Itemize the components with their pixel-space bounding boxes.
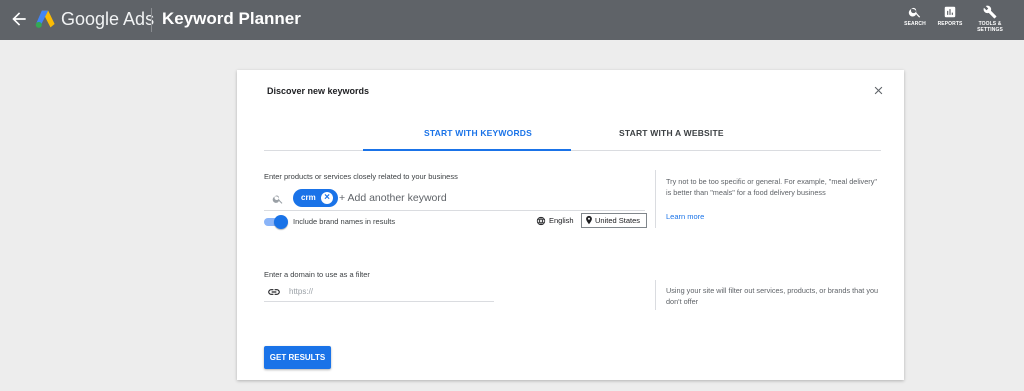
- keywords-field-label: Enter products or services closely relat…: [264, 172, 458, 181]
- location-value: United States: [595, 216, 641, 225]
- add-keyword-input[interactable]: + Add another keyword: [339, 192, 447, 204]
- domain-hint: Using your site will filter out services…: [666, 286, 879, 306]
- hint-divider: [655, 170, 656, 228]
- search-tool-button[interactable]: SEARCH: [895, 5, 935, 27]
- google-ads-logo-icon: [35, 10, 55, 28]
- wrench-icon: [983, 5, 997, 19]
- keyword-input-row[interactable]: crm × + Add another keyword: [264, 188, 645, 211]
- link-icon: [268, 289, 280, 295]
- get-results-button[interactable]: GET RESULTS: [264, 346, 331, 369]
- keyword-chip[interactable]: crm ×: [293, 189, 338, 207]
- reports-tool-label: REPORTS: [937, 21, 963, 27]
- search-tool-label: SEARCH: [904, 21, 926, 27]
- location-selector[interactable]: United States: [581, 213, 647, 228]
- close-icon[interactable]: [872, 84, 885, 97]
- active-tab-indicator: [363, 149, 571, 151]
- dialog-title: Discover new keywords: [267, 86, 370, 96]
- back-arrow-icon[interactable]: [9, 9, 29, 29]
- tools-settings-label-2: SETTINGS: [977, 27, 1003, 33]
- brand-toggle-label: Include brand names in results: [293, 217, 396, 226]
- tools-settings-button[interactable]: TOOLS & SETTINGS: [970, 5, 1010, 33]
- search-icon: [908, 7, 921, 18]
- location-pin-icon: [586, 215, 592, 225]
- domain-input[interactable]: https://: [289, 287, 313, 296]
- domain-input-row[interactable]: https://: [264, 283, 494, 302]
- app-name: Google Ads: [61, 9, 155, 29]
- top-app-bar: Google Ads Keyword Planner SEARCH REPORT…: [0, 0, 1024, 40]
- globe-icon: [536, 216, 546, 226]
- reports-icon: [944, 6, 956, 18]
- discover-keywords-dialog: Discover new keywords START WITH KEYWORD…: [237, 70, 904, 380]
- language-value: English: [549, 216, 574, 225]
- learn-more-link[interactable]: Learn more: [666, 212, 704, 221]
- tab-start-with-keywords[interactable]: START WITH KEYWORDS: [424, 128, 532, 138]
- toggle-knob: [274, 215, 288, 229]
- page-title: Keyword Planner: [162, 9, 301, 28]
- domain-field-label: Enter a domain to use as a filter: [264, 270, 370, 279]
- keyword-chip-label: crm: [301, 193, 316, 202]
- hint-divider-2: [655, 280, 656, 310]
- reports-tool-button[interactable]: REPORTS: [930, 5, 970, 27]
- header-divider: [151, 8, 152, 32]
- search-icon: [272, 195, 283, 204]
- tab-start-with-website[interactable]: START WITH A WEBSITE: [619, 128, 724, 138]
- chip-remove-icon[interactable]: ×: [321, 192, 333, 204]
- mode-tabs: START WITH KEYWORDS START WITH A WEBSITE: [264, 126, 881, 151]
- keywords-hint: Try not to be too specific or general. F…: [666, 177, 877, 197]
- brand-names-toggle[interactable]: [264, 215, 288, 229]
